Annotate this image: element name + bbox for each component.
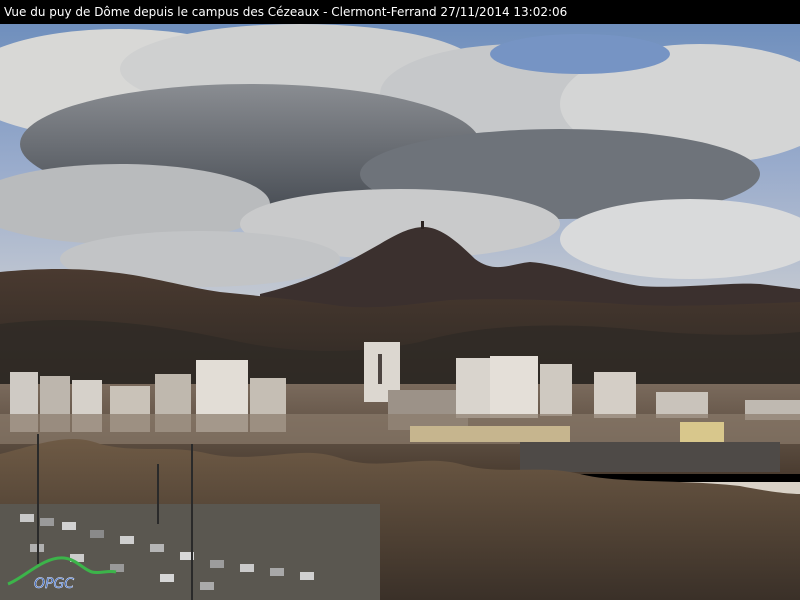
opgc-logo: OPGC (4, 548, 124, 592)
caption-text: Vue du puy de Dôme depuis le campus des … (4, 5, 568, 19)
caption-bar: Vue du puy de Dôme depuis le campus des … (0, 0, 800, 24)
webcam-image (0, 24, 800, 600)
webcam-frame: Vue du puy de Dôme depuis le campus des … (0, 0, 800, 600)
summit-antenna (421, 221, 424, 229)
logo-text: OPGC (34, 576, 74, 592)
